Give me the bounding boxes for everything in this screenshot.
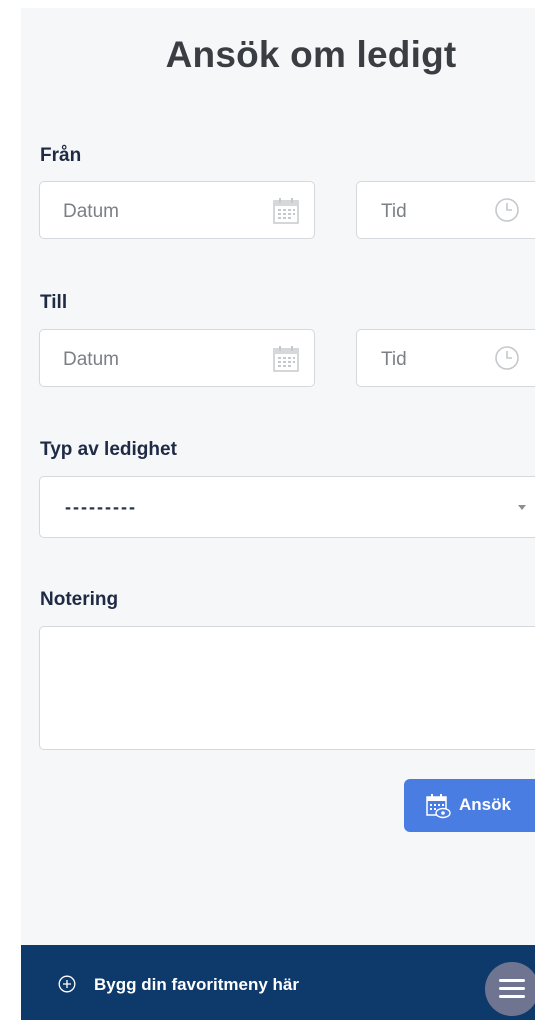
note-label: Notering xyxy=(40,589,119,610)
leave-request-page: Ansök om ledigt Från Datum Tid Till Datu… xyxy=(21,8,535,1020)
clock-icon[interactable] xyxy=(493,196,521,224)
clock-icon[interactable] xyxy=(493,344,521,372)
submit-button[interactable]: Ansök xyxy=(404,779,535,832)
to-date-placeholder: Datum xyxy=(63,349,119,370)
from-date-field[interactable]: Datum xyxy=(39,181,315,239)
from-time-field[interactable]: Tid xyxy=(356,181,535,239)
submit-button-label: Ansök xyxy=(459,795,511,814)
favorite-menu-bar: Bygg din favoritmeny här xyxy=(21,945,535,1020)
hamburger-icon xyxy=(499,995,525,998)
to-date-field[interactable]: Datum xyxy=(39,329,315,387)
menu-button[interactable] xyxy=(485,962,535,1016)
page-title: Ansök om ledigt xyxy=(165,34,457,75)
leave-type-label: Typ av ledighet xyxy=(40,439,177,460)
hamburger-icon xyxy=(499,979,525,982)
from-label: Från xyxy=(40,145,82,166)
from-date-placeholder: Datum xyxy=(63,201,119,222)
calendar-eye-icon xyxy=(426,794,451,819)
calendar-icon[interactable] xyxy=(271,196,301,226)
to-time-field[interactable]: Tid xyxy=(356,329,535,387)
calendar-icon[interactable] xyxy=(271,344,301,374)
leave-type-select[interactable]: --------- xyxy=(39,476,535,538)
build-favorite-menu-link[interactable]: Bygg din favoritmeny här xyxy=(94,975,299,995)
to-label: Till xyxy=(40,292,68,313)
chevron-down-icon xyxy=(518,505,526,510)
from-time-placeholder: Tid xyxy=(381,201,407,222)
note-textarea[interactable] xyxy=(39,626,535,750)
to-time-placeholder: Tid xyxy=(381,349,407,370)
leave-type-value: --------- xyxy=(65,497,137,517)
plus-circle-icon[interactable] xyxy=(58,975,76,993)
hamburger-icon xyxy=(499,987,525,990)
